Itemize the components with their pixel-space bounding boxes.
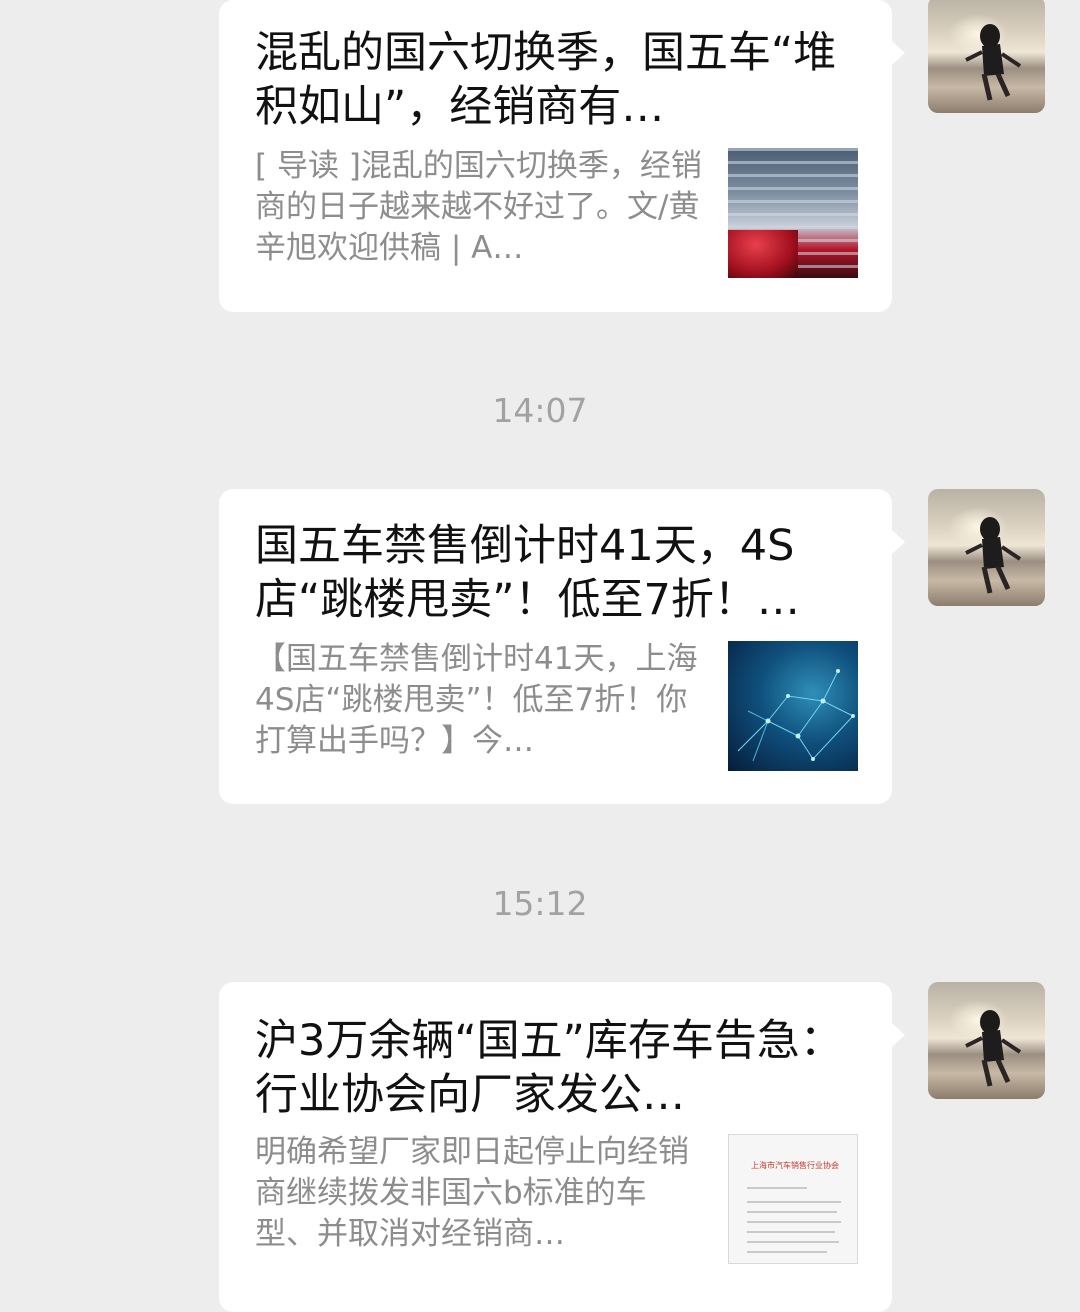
article-thumbnail xyxy=(728,148,858,278)
article-thumbnail xyxy=(728,641,858,771)
article-title: 沪3万余辆“国五”库存车告急：行业协会向厂家发公… xyxy=(255,1016,843,1120)
article-summary: 明确希望厂家即日起停止向经销商继续拨发非国六b标准的车型、并取消对经销商… xyxy=(255,1134,689,1252)
article-summary: 【国五车禁售倒计时41天，上海4S店“跳楼甩卖”！低至7折！你打算出手吗？】今… xyxy=(255,641,698,759)
article-card[interactable]: 国五车禁售倒计时41天，4S店“跳楼甩卖”！低至7折！… 【国五车禁售倒计时41… xyxy=(219,489,905,804)
article-card[interactable]: 沪3万余辆“国五”库存车告急：行业协会向厂家发公… 明确希望厂家即日起停止向经销… xyxy=(219,982,905,1312)
article-title: 国五车禁售倒计时41天，4S店“跳楼甩卖”！低至7折！… xyxy=(255,521,800,625)
article-card[interactable]: 混乱的国六切换季，国五车“堆积如山”，经销商有… [ 导读 ]混乱的国六切换季，… xyxy=(219,0,905,312)
article-summary: [ 导读 ]混乱的国六切换季，经销商的日子越来越不好过了。文/黄辛旭欢迎供稿 |… xyxy=(255,148,702,266)
article-title: 混乱的国六切换季，国五车“堆积如山”，经销商有… xyxy=(255,28,837,132)
avatar[interactable] xyxy=(928,489,1045,606)
avatar[interactable] xyxy=(928,982,1045,1099)
timestamp: 15:12 xyxy=(492,884,588,923)
timestamp: 14:07 xyxy=(492,391,588,430)
article-thumbnail: 上海市汽车销售行业协会 xyxy=(728,1134,858,1264)
thumbnail-heading: 上海市汽车销售行业协会 xyxy=(751,1161,839,1170)
avatar[interactable] xyxy=(928,0,1045,113)
